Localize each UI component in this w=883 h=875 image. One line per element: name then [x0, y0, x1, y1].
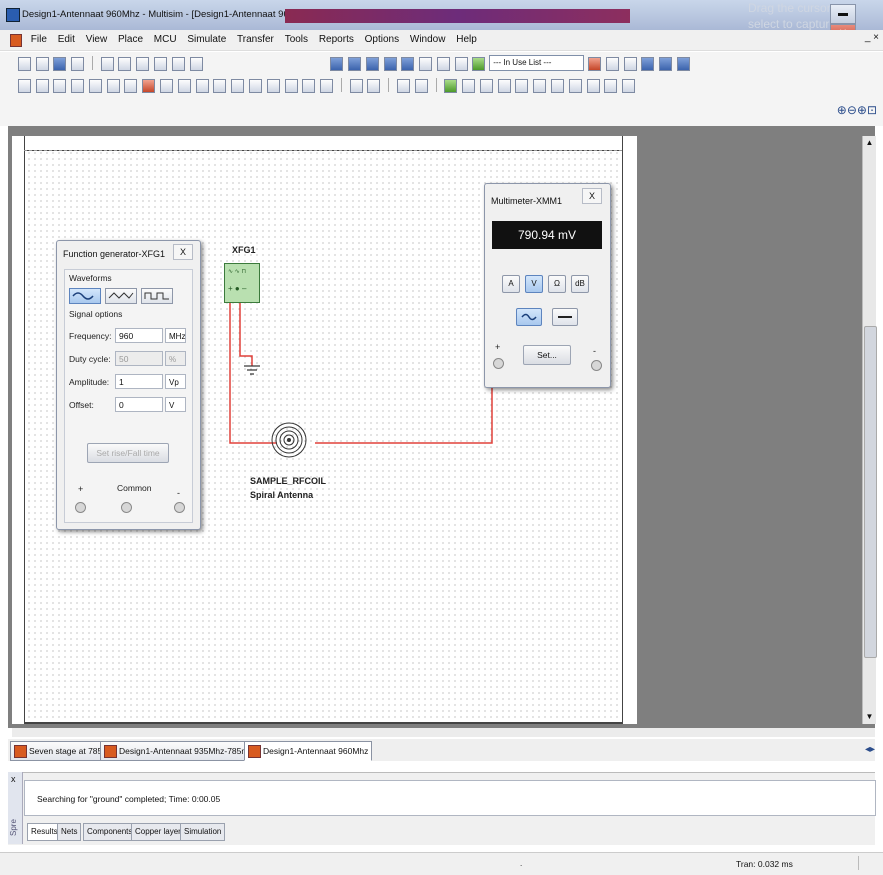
close-multimeter-button[interactable]: X: [582, 188, 602, 204]
waveforms-label: Waveforms: [69, 273, 112, 283]
antenna-name-label[interactable]: SAMPLE_RFCOIL: [250, 476, 326, 486]
offset-label: Offset:: [69, 400, 94, 410]
duty-cycle-unit[interactable]: %: [165, 351, 186, 366]
generator-symbol-terminals: + ● ‒: [228, 284, 247, 293]
plus-terminal-label: +: [78, 484, 84, 494]
status-indicator: .: [520, 859, 523, 868]
results-panel[interactable]: Searching for "ground" completed; Time: …: [24, 780, 876, 816]
multimeter-title: Multimeter-XMM1: [491, 196, 563, 206]
results-message: Searching for "ground" completed; Time: …: [37, 794, 221, 804]
tab-scroll-arrows[interactable]: ◂▸: [865, 744, 875, 755]
mode-db-button[interactable]: dB: [571, 275, 589, 293]
signal-options-label: Signal options: [69, 309, 123, 319]
multimeter-minus-label: -: [593, 346, 596, 356]
multimeter-set-button[interactable]: Set...: [523, 345, 571, 365]
tab-simulation[interactable]: Simulation: [180, 823, 226, 841]
ac-mode-button[interactable]: [516, 308, 542, 326]
duty-cycle-label: Duty cycle:: [69, 354, 111, 364]
plus-terminal[interactable]: [75, 502, 86, 513]
tab-antenna-935mhz[interactable]: Design1-Antennaat 935Mhz-785mV: [100, 741, 259, 761]
tab-label: Design1-Antennaat 935Mhz-785mV: [119, 746, 255, 756]
set-rise-fall-button[interactable]: Set rise/Fall time: [87, 443, 169, 463]
resize-grip[interactable]: [858, 856, 879, 870]
multimeter-display: 790.94 mV: [492, 221, 602, 249]
frequency-field[interactable]: 960: [115, 328, 163, 343]
duty-cycle-field[interactable]: 50: [115, 351, 163, 366]
dc-line-icon: [558, 316, 572, 318]
frequency-label: Frequency:: [69, 331, 112, 341]
generator-symbol-waves: ∿ ∿ ⊓: [228, 269, 247, 275]
ground-icon: [244, 365, 260, 375]
close-function-generator-button[interactable]: X: [173, 244, 193, 260]
square-wave-button[interactable]: [141, 288, 173, 304]
amplitude-label: Amplitude:: [69, 377, 110, 387]
offset-field[interactable]: 0: [115, 397, 163, 412]
amplitude-field[interactable]: 1: [115, 374, 163, 389]
wire-antenna-multimeter[interactable]: [315, 386, 493, 444]
spreadsheet-side-bar: x Spre: [8, 772, 23, 844]
sine-wave-button[interactable]: [69, 288, 101, 304]
mode-ampere-button[interactable]: A: [502, 275, 520, 293]
spiral-antenna-icon[interactable]: [271, 422, 307, 458]
common-terminal[interactable]: [121, 502, 132, 513]
function-generator-title: Function generator-XFG1: [63, 249, 166, 259]
function-generator-window[interactable]: Function generator-XFG1 X Waveforms Sign…: [56, 240, 201, 530]
design-file-icon: [14, 745, 27, 758]
mode-volt-button[interactable]: V: [525, 275, 543, 293]
wire-generator-antenna[interactable]: [229, 301, 277, 444]
multimeter-window[interactable]: Multimeter-XMM1 X 790.94 mV A V Ω dB Set…: [484, 183, 611, 388]
spreadsheet-vertical-label: Spre: [9, 819, 18, 836]
multimeter-plus-label: +: [495, 342, 501, 352]
design-file-icon: [248, 745, 261, 758]
tab-antenna-960mhz[interactable]: Design1-Antennaat 960Mhz: [244, 741, 373, 761]
square-wave-icon: [144, 292, 169, 300]
multimeter-plus-terminal[interactable]: [493, 358, 504, 369]
triangle-wave-button[interactable]: [105, 288, 137, 304]
multimeter-minus-terminal[interactable]: [591, 360, 602, 371]
triangle-wave-icon: [108, 292, 134, 299]
antenna-desc-label[interactable]: Spiral Antenna: [250, 490, 313, 500]
simulation-time-status: Tran: 0.032 ms: [736, 859, 793, 869]
frequency-unit[interactable]: MHz: [165, 328, 186, 343]
sine-wave-icon: [72, 292, 94, 300]
mode-ohm-button[interactable]: Ω: [548, 275, 566, 293]
minus-terminal-label: -: [177, 488, 180, 498]
tab-components[interactable]: Components: [83, 823, 137, 841]
offset-unit[interactable]: V: [165, 397, 186, 412]
amplitude-unit[interactable]: Vp: [165, 374, 186, 389]
design-tab-bar: Seven stage at 785mv Design1-Antennaat 9…: [8, 739, 875, 761]
design-file-icon: [104, 745, 117, 758]
close-spreadsheet-button[interactable]: x: [11, 774, 16, 784]
tab-label: Design1-Antennaat 960Mhz: [263, 746, 369, 756]
common-terminal-label: Common: [117, 483, 152, 493]
function-generator-body: Waveforms Signal options Frequency: 960 …: [64, 269, 193, 523]
ac-wave-icon: [521, 313, 537, 321]
tab-nets[interactable]: Nets: [57, 823, 82, 841]
generator-ref-label[interactable]: XFG1: [232, 245, 256, 255]
minus-terminal[interactable]: [174, 502, 185, 513]
wire-ground[interactable]: [239, 301, 253, 366]
dc-mode-button[interactable]: [552, 308, 578, 326]
function-generator-symbol[interactable]: ∿ ∿ ⊓ + ● ‒: [224, 263, 260, 303]
